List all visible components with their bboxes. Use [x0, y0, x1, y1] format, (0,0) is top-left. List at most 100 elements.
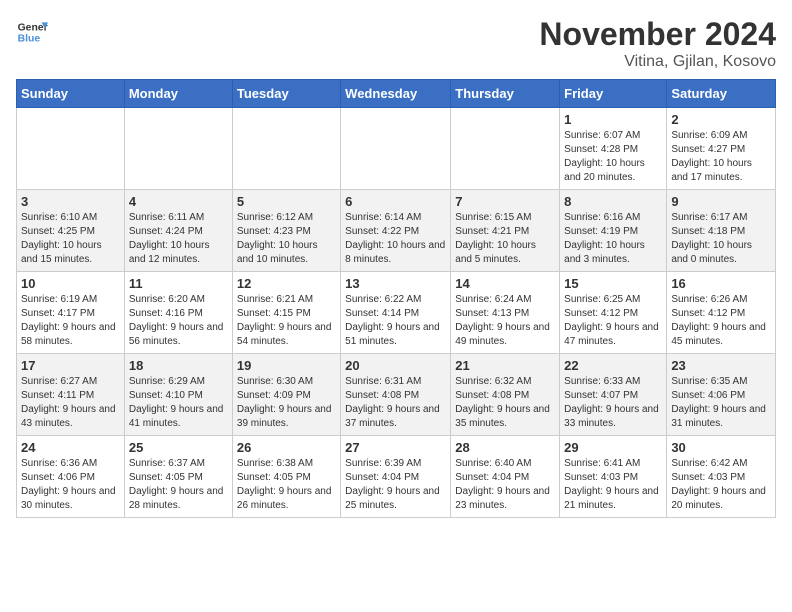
- day-info: Sunrise: 6:12 AM Sunset: 4:23 PM Dayligh…: [237, 211, 336, 267]
- calendar-cell: 12 Sunrise: 6:21 AM Sunset: 4:15 PM Dayli…: [232, 272, 340, 354]
- day-number: 24: [21, 440, 120, 455]
- calendar-cell: 1Sunrise: 6:07 AM Sunset: 4:28 PM Daylig…: [560, 108, 667, 190]
- calendar-cell: 3 Sunrise: 6:10 AM Sunset: 4:25 PM Daylig…: [17, 190, 125, 272]
- weekday-header-cell: Wednesday: [341, 80, 451, 108]
- calendar-cell: 10 Sunrise: 6:19 AM Sunset: 4:17 PM Dayli…: [17, 272, 125, 354]
- calendar-cell: 25 Sunrise: 6:37 AM Sunset: 4:05 PM Dayli…: [124, 436, 232, 518]
- logo-icon: General Blue: [16, 16, 48, 48]
- day-number: 1: [564, 112, 662, 127]
- calendar-cell: 4Sunrise: 6:11 AM Sunset: 4:24 PM Daylig…: [124, 190, 232, 272]
- calendar-cell: 9 Sunrise: 6:17 AM Sunset: 4:18 PM Daylig…: [667, 190, 776, 272]
- calendar-cell: 30 Sunrise: 6:42 AM Sunset: 4:03 PM Dayli…: [667, 436, 776, 518]
- calendar-cell: 24 Sunrise: 6:36 AM Sunset: 4:06 PM Dayli…: [17, 436, 125, 518]
- day-number: 15: [564, 276, 662, 291]
- day-info: Sunrise: 6:10 AM Sunset: 4:25 PM Dayligh…: [21, 211, 120, 267]
- calendar-cell: 2Sunrise: 6:09 AM Sunset: 4:27 PM Daylig…: [667, 108, 776, 190]
- calendar-cell: 6 Sunrise: 6:14 AM Sunset: 4:22 PM Daylig…: [341, 190, 451, 272]
- day-info: Sunrise: 6:36 AM Sunset: 4:06 PM Dayligh…: [21, 457, 120, 513]
- day-info: Sunrise: 6:26 AM Sunset: 4:12 PM Dayligh…: [671, 293, 771, 349]
- calendar-cell: 20Sunrise: 6:31 AM Sunset: 4:08 PM Dayli…: [341, 354, 451, 436]
- day-info: Sunrise: 6:14 AM Sunset: 4:22 PM Dayligh…: [345, 211, 446, 267]
- day-info: Sunrise: 6:37 AM Sunset: 4:05 PM Dayligh…: [129, 457, 228, 513]
- day-info: Sunrise: 6:38 AM Sunset: 4:05 PM Dayligh…: [237, 457, 336, 513]
- calendar-week-row: 3 Sunrise: 6:10 AM Sunset: 4:25 PM Daylig…: [17, 190, 776, 272]
- calendar-cell: 19 Sunrise: 6:30 AM Sunset: 4:09 PM Dayli…: [232, 354, 340, 436]
- calendar-cell: [451, 108, 560, 190]
- day-info: Sunrise: 6:39 AM Sunset: 4:04 PM Dayligh…: [345, 457, 446, 513]
- calendar-cell: 7 Sunrise: 6:15 AM Sunset: 4:21 PM Daylig…: [451, 190, 560, 272]
- calendar-cell: [341, 108, 451, 190]
- calendar-cell: 18 Sunrise: 6:29 AM Sunset: 4:10 PM Dayli…: [124, 354, 232, 436]
- day-number: 10: [21, 276, 120, 291]
- day-number: 26: [237, 440, 336, 455]
- day-number: 6: [345, 194, 446, 209]
- day-number: 18: [129, 358, 228, 373]
- day-number: 5: [237, 194, 336, 209]
- calendar-cell: 8Sunrise: 6:16 AM Sunset: 4:19 PM Daylig…: [560, 190, 667, 272]
- calendar-cell: [17, 108, 125, 190]
- day-number: 29: [564, 440, 662, 455]
- weekday-header-cell: Friday: [560, 80, 667, 108]
- weekday-header-cell: Thursday: [451, 80, 560, 108]
- day-number: 9: [671, 194, 771, 209]
- calendar-cell: 14Sunrise: 6:24 AM Sunset: 4:13 PM Dayli…: [451, 272, 560, 354]
- month-title: November 2024: [539, 16, 776, 53]
- calendar-cell: 27 Sunrise: 6:39 AM Sunset: 4:04 PM Dayli…: [341, 436, 451, 518]
- weekday-header-cell: Monday: [124, 80, 232, 108]
- calendar-week-row: 1Sunrise: 6:07 AM Sunset: 4:28 PM Daylig…: [17, 108, 776, 190]
- day-info: Sunrise: 6:11 AM Sunset: 4:24 PM Dayligh…: [129, 211, 228, 267]
- day-number: 16: [671, 276, 771, 291]
- calendar-cell: 29 Sunrise: 6:41 AM Sunset: 4:03 PM Dayli…: [560, 436, 667, 518]
- calendar-cell: 13 Sunrise: 6:22 AM Sunset: 4:14 PM Dayli…: [341, 272, 451, 354]
- day-info: Sunrise: 6:16 AM Sunset: 4:19 PM Dayligh…: [564, 211, 662, 267]
- calendar-cell: 28Sunrise: 6:40 AM Sunset: 4:04 PM Dayli…: [451, 436, 560, 518]
- calendar-cell: 22 Sunrise: 6:33 AM Sunset: 4:07 PM Dayli…: [560, 354, 667, 436]
- day-info: Sunrise: 6:30 AM Sunset: 4:09 PM Dayligh…: [237, 375, 336, 431]
- day-number: 19: [237, 358, 336, 373]
- weekday-header: SundayMondayTuesdayWednesdayThursdayFrid…: [17, 80, 776, 108]
- calendar-table: SundayMondayTuesdayWednesdayThursdayFrid…: [16, 79, 776, 518]
- day-info: Sunrise: 6:32 AM Sunset: 4:08 PM Dayligh…: [455, 375, 555, 431]
- day-info: Sunrise: 6:22 AM Sunset: 4:14 PM Dayligh…: [345, 293, 446, 349]
- day-number: 27: [345, 440, 446, 455]
- day-number: 13: [345, 276, 446, 291]
- day-number: 25: [129, 440, 228, 455]
- calendar-cell: 11Sunrise: 6:20 AM Sunset: 4:16 PM Dayli…: [124, 272, 232, 354]
- day-info: Sunrise: 6:17 AM Sunset: 4:18 PM Dayligh…: [671, 211, 771, 267]
- day-info: Sunrise: 6:15 AM Sunset: 4:21 PM Dayligh…: [455, 211, 555, 267]
- calendar-week-row: 24 Sunrise: 6:36 AM Sunset: 4:06 PM Dayli…: [17, 436, 776, 518]
- calendar-cell: 23 Sunrise: 6:35 AM Sunset: 4:06 PM Dayli…: [667, 354, 776, 436]
- day-number: 17: [21, 358, 120, 373]
- day-info: Sunrise: 6:40 AM Sunset: 4:04 PM Dayligh…: [455, 457, 555, 513]
- day-info: Sunrise: 6:35 AM Sunset: 4:06 PM Dayligh…: [671, 375, 771, 431]
- day-number: 22: [564, 358, 662, 373]
- calendar-cell: 21 Sunrise: 6:32 AM Sunset: 4:08 PM Dayli…: [451, 354, 560, 436]
- day-number: 21: [455, 358, 555, 373]
- header: General Blue November 2024 Vitina, Gjila…: [16, 16, 776, 71]
- day-info: Sunrise: 6:09 AM Sunset: 4:27 PM Dayligh…: [671, 129, 771, 185]
- day-number: 7: [455, 194, 555, 209]
- day-info: Sunrise: 6:29 AM Sunset: 4:10 PM Dayligh…: [129, 375, 228, 431]
- calendar-cell: [124, 108, 232, 190]
- day-number: 30: [671, 440, 771, 455]
- day-info: Sunrise: 6:20 AM Sunset: 4:16 PM Dayligh…: [129, 293, 228, 349]
- weekday-header-cell: Tuesday: [232, 80, 340, 108]
- logo: General Blue: [16, 16, 48, 48]
- day-number: 20: [345, 358, 446, 373]
- day-info: Sunrise: 6:21 AM Sunset: 4:15 PM Dayligh…: [237, 293, 336, 349]
- calendar-body: 1Sunrise: 6:07 AM Sunset: 4:28 PM Daylig…: [17, 108, 776, 518]
- day-info: Sunrise: 6:19 AM Sunset: 4:17 PM Dayligh…: [21, 293, 120, 349]
- day-number: 23: [671, 358, 771, 373]
- day-info: Sunrise: 6:27 AM Sunset: 4:11 PM Dayligh…: [21, 375, 120, 431]
- weekday-header-cell: Saturday: [667, 80, 776, 108]
- day-number: 12: [237, 276, 336, 291]
- day-number: 3: [21, 194, 120, 209]
- calendar-cell: 16 Sunrise: 6:26 AM Sunset: 4:12 PM Dayli…: [667, 272, 776, 354]
- day-info: Sunrise: 6:24 AM Sunset: 4:13 PM Dayligh…: [455, 293, 555, 349]
- day-info: Sunrise: 6:41 AM Sunset: 4:03 PM Dayligh…: [564, 457, 662, 513]
- calendar-cell: 5 Sunrise: 6:12 AM Sunset: 4:23 PM Daylig…: [232, 190, 340, 272]
- day-info: Sunrise: 6:25 AM Sunset: 4:12 PM Dayligh…: [564, 293, 662, 349]
- calendar-week-row: 10 Sunrise: 6:19 AM Sunset: 4:17 PM Dayli…: [17, 272, 776, 354]
- day-info: Sunrise: 6:33 AM Sunset: 4:07 PM Dayligh…: [564, 375, 662, 431]
- day-info: Sunrise: 6:42 AM Sunset: 4:03 PM Dayligh…: [671, 457, 771, 513]
